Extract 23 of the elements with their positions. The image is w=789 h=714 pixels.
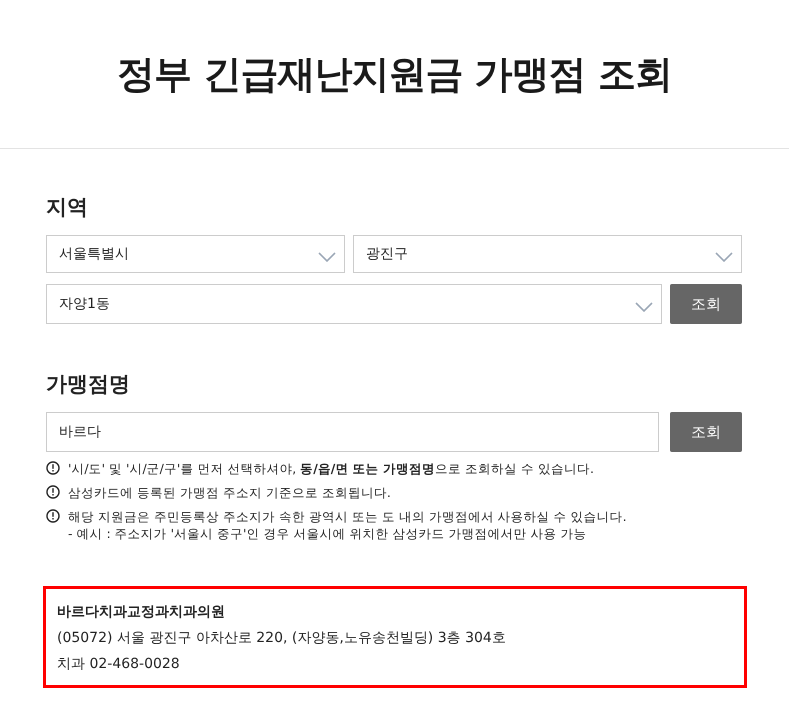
store-phone: 치과 02-468-0028 [57, 655, 180, 673]
chevron-down-icon [715, 252, 733, 262]
notice-text: 삼성카드에 등록된 가맹점 주소지 기준으로 조회됩니다. [68, 484, 391, 501]
dropdown[interactable]: 광진구 [353, 235, 742, 273]
section-heading: 가맹점명 [46, 371, 131, 398]
chevron-down-icon [635, 302, 653, 312]
chevron-down-icon [318, 252, 336, 262]
dropdown[interactable]: 서울특별시 [46, 235, 345, 273]
notice-text: 해당 지원금은 주민등록상 주소지가 속한 광역시 또는 도 내의 가맹점에서 사용하실 수 있습니다. [68, 508, 627, 525]
notice-text: '시/도' 및 '시/군/구'를 먼저 선택하셔야, 동/읍/면 또는 가맹점명으로 조회하실 수 있습니다. [68, 460, 594, 477]
store-address: (05072) 서울 광진구 아차산로 220, (자양동,노유송천빌딩) 3층 304호 [57, 629, 506, 647]
example-text: - 예시 : 주소지가 '서울시 중구'인 경우 서울시에 위치한 삼성카드 가맹점에서만 사용 가능 [68, 525, 586, 542]
result-card[interactable]: 바르다치과교정과치과의원 (05072) 서울 광진구 아차산로 220, (자양동,노유송천빌딩) 3층 304호 치과 02-468-0028 [43, 586, 747, 688]
section-heading: 지역 [46, 194, 89, 221]
dropdown[interactable]: 자양1동 [46, 284, 662, 324]
search-button[interactable]: 조회 [670, 284, 742, 324]
page-title: 정부 긴급재난지원금 가맹점 조회 [117, 50, 672, 98]
store-name: 바르다치과교정과치과의원 [57, 603, 225, 621]
info-icon [46, 461, 60, 475]
info-icon [46, 509, 60, 523]
search-button[interactable]: 조회 [670, 412, 742, 452]
store-name-field[interactable]: 바르다 [46, 412, 659, 452]
info-icon [46, 485, 60, 499]
